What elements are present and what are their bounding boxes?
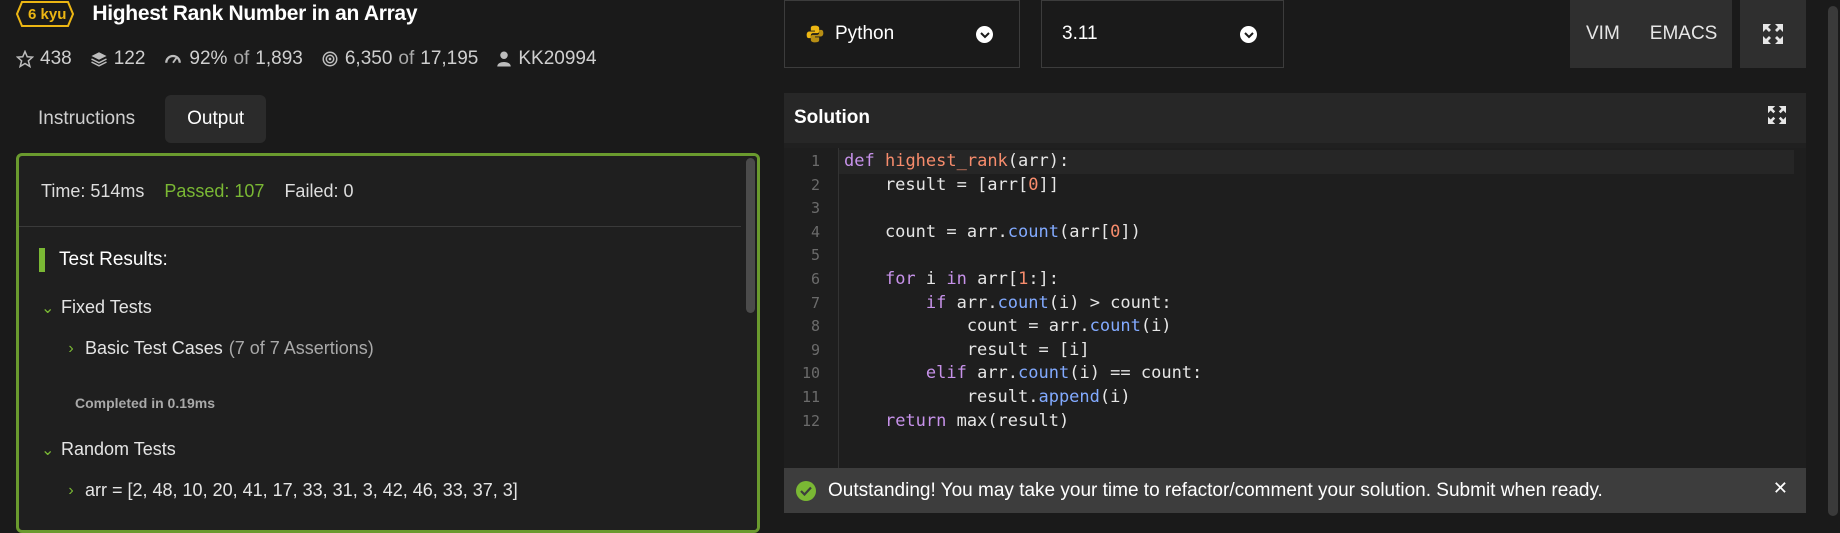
of-text-1: of (233, 48, 250, 69)
page-scrollbar-thumb[interactable] (1828, 6, 1838, 516)
author-stat[interactable]: KK20994 (496, 48, 597, 70)
code-line: result.append(i) (844, 387, 1131, 407)
output-scrollbar-thumb[interactable] (746, 158, 755, 313)
expand-icon (1768, 106, 1786, 124)
output-summary: Time: 514ms Passed: 107 Failed: 0 (19, 156, 741, 227)
vim-button[interactable]: VIM (1586, 23, 1620, 45)
completed-count: 6,350 (344, 48, 393, 69)
emacs-button[interactable]: EMACS (1650, 23, 1718, 45)
code-line: for i in arr[1:]: (884, 269, 1060, 289)
green-bar (39, 248, 45, 272)
passed-count: Passed: 107 (164, 180, 265, 201)
python-logo-icon (806, 25, 824, 43)
random-test-case-label: arr = [2, 48, 10, 20, 41, 17, 33, 31, 3,… (85, 480, 518, 500)
line-number: 3 (810, 199, 820, 218)
kyu-label: 6 kyu (28, 5, 67, 23)
version-select[interactable]: 3.11 (1041, 0, 1284, 68)
stars-count: 438 (40, 48, 72, 69)
basic-test-cases-item[interactable]: › Basic Test Cases (7 of 7 Assertions) (65, 338, 374, 359)
line-number: 1 (810, 152, 820, 170)
close-icon[interactable]: ✕ (1773, 478, 1788, 499)
star-icon (16, 50, 34, 68)
kata-stats: 438 122 92% of 1,893 6,350 of 17,195 KK2… (16, 48, 615, 70)
line-number: 7 (810, 293, 820, 312)
basic-test-cases-label: Basic Test Cases (85, 338, 223, 358)
output-scrollbar[interactable] (743, 156, 757, 530)
solution-title: Solution (794, 107, 870, 128)
line-number: 9 (810, 340, 820, 359)
code-line: if arr.count(i) > count: (925, 292, 1172, 313)
code-editor[interactable]: 1 2 3 4 5 6 7 8 9 10 11 12 def highest_r… (784, 148, 1806, 513)
collections-stat[interactable]: 122 (90, 48, 146, 70)
of-text-2: of (398, 48, 415, 69)
kata-info-panel: 6 kyu Highest Rank Number in an Array 43… (0, 0, 770, 533)
chevron-down-icon (976, 26, 993, 43)
line-number: 6 (810, 270, 820, 288)
keybinding-toggle: VIM EMACS (1570, 0, 1732, 68)
chevron-down-icon: ⌄ (41, 441, 55, 459)
check-circle-icon (796, 480, 816, 501)
language-value: Python (835, 23, 895, 44)
completed-time: Completed in 0.19ms (75, 395, 216, 411)
fixed-tests-group[interactable]: ⌄ Fixed Tests (41, 297, 152, 318)
test-results-heading: Test Results: (39, 248, 168, 272)
page-scrollbar[interactable] (1826, 0, 1840, 516)
user-icon (497, 51, 512, 67)
line-number: 5 (810, 246, 820, 265)
kyu-badge: 6 kyu (16, 1, 78, 27)
expand-icon (1763, 24, 1783, 44)
code-line: count = arr.count(arr[0]) (844, 221, 1141, 242)
solution-editor: Solution 1 2 3 4 5 6 7 8 9 10 11 12 def … (784, 93, 1806, 513)
toast-message: Outstanding! You may take your time to r… (828, 479, 1603, 501)
success-toast: Outstanding! You may take your time to r… (784, 468, 1806, 513)
line-number: 11 (801, 388, 820, 406)
code-line: def highest_rank(arr): (839, 150, 1794, 174)
code-line: count = arr.count(i) (844, 316, 1172, 337)
author-name: KK20994 (518, 48, 597, 69)
layers-icon (90, 52, 107, 67)
gauge-icon (165, 54, 182, 64)
line-number: 10 (801, 364, 820, 383)
failed-count: Failed: 0 (284, 180, 354, 201)
code-line: result = [arr[0]] (844, 174, 1059, 195)
target-icon (322, 51, 338, 67)
line-number: 2 (810, 175, 820, 194)
collections-count: 122 (113, 48, 146, 69)
panel-tabs: Instructions Output (16, 95, 267, 143)
code-line: result = [i] (844, 339, 1090, 360)
output-panel: Time: 514ms Passed: 107 Failed: 0 Test R… (16, 153, 760, 533)
attempted-count: 17,195 (420, 48, 479, 69)
fullscreen-button[interactable] (1740, 0, 1806, 68)
code-line: return max(result) (884, 410, 1070, 431)
fixed-tests-label: Fixed Tests (61, 297, 152, 317)
line-number: 8 (810, 317, 820, 336)
tab-output[interactable]: Output (165, 95, 267, 143)
random-tests-group[interactable]: ⌄ Random Tests (41, 439, 176, 460)
kata-title[interactable]: Highest Rank Number in an Array (92, 2, 417, 26)
satisfaction-rating: 92% (189, 48, 228, 69)
test-results-label: Test Results: (59, 249, 168, 270)
assertions-count: (7 of 7 Assertions) (228, 338, 374, 358)
tab-instructions[interactable]: Instructions (16, 95, 157, 143)
run-time: Time: 514ms (41, 180, 145, 201)
random-test-case-item[interactable]: › arr = [2, 48, 10, 20, 41, 17, 33, 31, … (65, 480, 518, 501)
version-value: 3.11 (1062, 23, 1098, 44)
language-select[interactable]: Python (784, 0, 1020, 68)
satisfaction-stat: 92% of 1,893 (163, 48, 303, 70)
solution-expand-button[interactable] (1768, 106, 1786, 129)
line-gutter: 1 2 3 4 5 6 7 8 9 10 11 12 (784, 148, 839, 513)
kata-title-row: 6 kyu Highest Rank Number in an Array (16, 0, 418, 28)
line-number: 12 (801, 411, 820, 430)
line-number: 4 (810, 222, 820, 241)
stars-stat[interactable]: 438 (16, 48, 72, 70)
chevron-down-icon: ⌄ (41, 299, 55, 317)
solution-header: Solution (784, 93, 1806, 143)
code-line: elif arr.count(i) == count: (925, 363, 1203, 384)
chevron-down-icon (1240, 26, 1257, 43)
votes-count: 1,893 (255, 48, 303, 69)
completions-stat: 6,350 of 17,195 (321, 48, 479, 70)
random-tests-label: Random Tests (61, 439, 176, 459)
chevron-right-icon: › (68, 339, 74, 357)
chevron-right-icon: › (68, 481, 74, 499)
